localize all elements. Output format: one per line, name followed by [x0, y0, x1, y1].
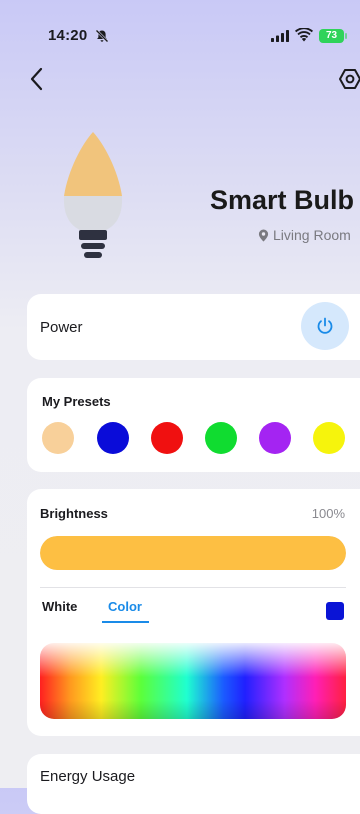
bulb-illustration [63, 132, 123, 258]
power-label: Power [40, 319, 83, 336]
location-pin-icon [258, 229, 269, 242]
battery-cap [345, 33, 347, 39]
power-toggle-button[interactable] [301, 302, 349, 350]
divider [40, 587, 346, 588]
back-chevron-icon[interactable] [27, 66, 47, 92]
power-icon [317, 317, 333, 334]
preset-color-6[interactable] [313, 422, 345, 454]
device-title: Smart Bulb [210, 185, 355, 215]
energy-usage-card[interactable]: Energy Usage [27, 754, 360, 814]
brightness-value: 100% [311, 506, 345, 521]
color-spectrum-picker[interactable] [40, 643, 346, 719]
preset-color-2[interactable] [97, 422, 129, 454]
preset-color-3[interactable] [151, 422, 183, 454]
location-label: Living Room [273, 227, 351, 243]
power-card: Power [27, 294, 360, 360]
bell-slash-icon [95, 29, 109, 43]
tab-active-underline [102, 621, 149, 623]
brightness-slider-fill [40, 536, 346, 570]
signal-icon [271, 30, 289, 42]
presets-card: My Presets [27, 378, 360, 472]
energy-usage-label: Energy Usage [40, 768, 136, 785]
battery-indicator: 73 [319, 29, 344, 43]
brightness-slider[interactable] [40, 536, 346, 570]
status-bar: 14:20 73 [0, 0, 360, 70]
tab-white[interactable]: White [42, 599, 77, 614]
wifi-icon [295, 28, 313, 42]
selected-color-swatch [326, 602, 344, 620]
device-location: Living Room [258, 227, 351, 243]
settings-hexagon-icon[interactable] [338, 67, 360, 91]
light-control-card: Brightness 100% White Color [27, 489, 360, 736]
status-time: 14:20 [48, 27, 88, 44]
preset-color-1[interactable] [42, 422, 74, 454]
tab-color[interactable]: Color [108, 599, 142, 614]
preset-color-5[interactable] [259, 422, 291, 454]
brightness-label: Brightness [40, 506, 108, 521]
presets-title: My Presets [42, 394, 111, 409]
preset-color-4[interactable] [205, 422, 237, 454]
